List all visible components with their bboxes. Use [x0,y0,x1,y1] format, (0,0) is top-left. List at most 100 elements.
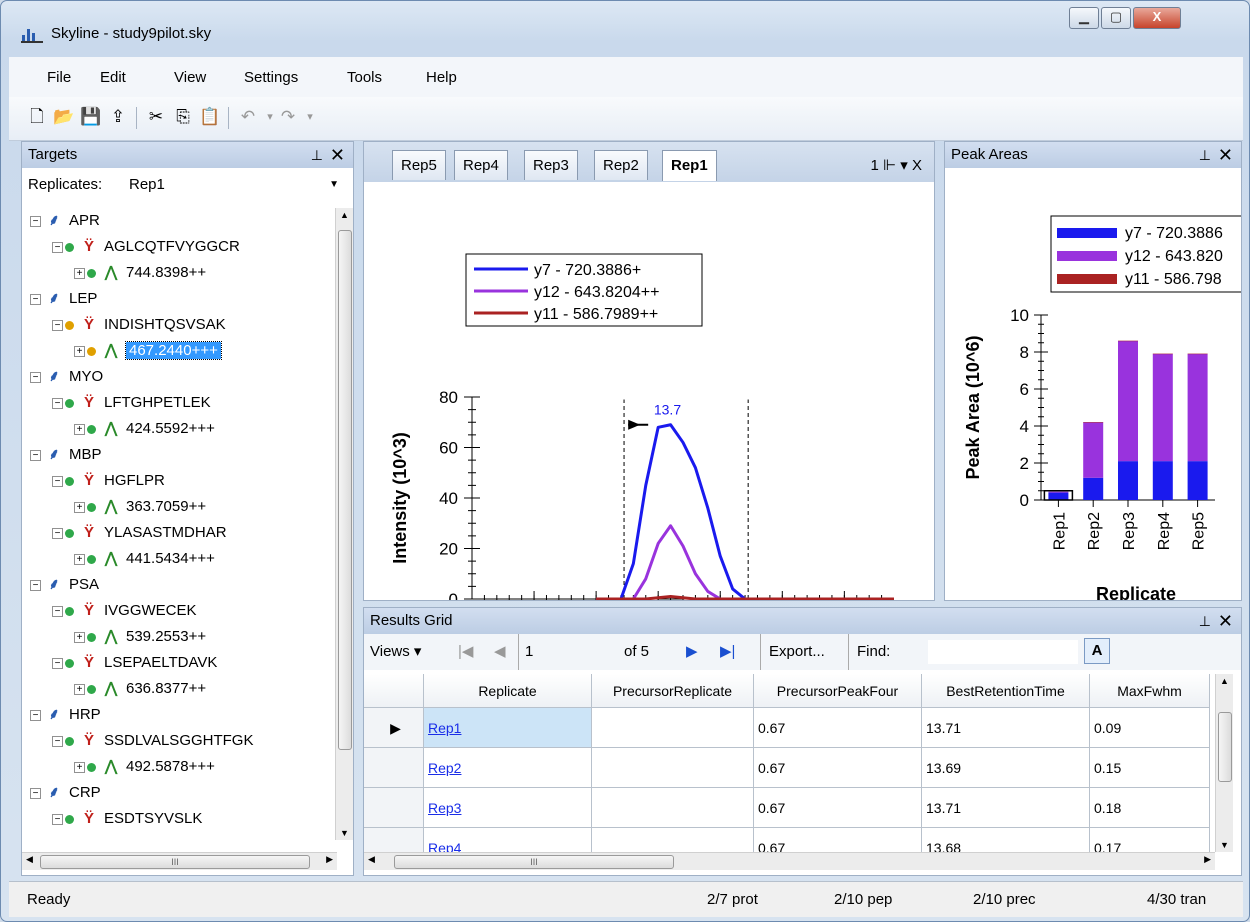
chromatogram-chart[interactable]: 02040608013.513.613.713.813.914.0Retenti… [364,182,934,600]
scroll-left-icon[interactable]: ◀ [26,854,33,865]
cut-icon[interactable]: ✂ [145,106,167,128]
collapse-icon[interactable]: − [30,293,41,305]
new-document-icon[interactable]: 🗋 [26,106,48,128]
expand-icon[interactable]: + [74,345,85,357]
collapse-icon[interactable]: − [52,241,63,253]
replicate-select[interactable]: Rep1 ▼ [124,172,346,198]
close-panel-icon[interactable]: ✕ [1218,608,1233,634]
scroll-down-icon[interactable]: ▼ [1220,840,1229,850]
close-window-button[interactable]: X [1133,7,1181,29]
expand-icon[interactable]: + [74,761,85,773]
replicate-link[interactable]: Rep1 [428,720,461,736]
tree-node-level-2[interactable]: + ⋀ 744.8398++ [74,260,206,286]
tree-node-level-2[interactable]: + ⋀ 467.2440+++ [74,338,222,364]
menu-settings[interactable]: Settings [244,69,298,86]
menu-edit[interactable]: Edit [100,69,126,86]
font-size-icon[interactable]: A [1084,638,1110,664]
next-page-icon[interactable]: ▶ [686,634,698,670]
expand-icon[interactable]: + [74,501,85,513]
tree-node-level-0[interactable]: − ⸙ PSA [30,572,99,598]
tree-node-level-1[interactable]: − Ÿ LSEPAELTDAVK [52,650,217,676]
tree-node-level-1[interactable]: − Ÿ ESDTSYVSLK [52,806,202,832]
tree-node-level-2[interactable]: + ⋀ 363.7059++ [74,494,206,520]
tree-horizontal-scrollbar[interactable]: ◀ III ▶ [22,852,337,870]
copy-icon[interactable]: ⎘ [172,106,194,128]
peak-areas-chart[interactable]: 0 2 4 6 8 10 Rep1 Rep2 Rep3 Rep4 Rep5 Replicate Peak… [945,168,1241,600]
tree-node-level-1[interactable]: − Ÿ LFTGHPETLEK [52,390,211,416]
tree-node-level-1[interactable]: − Ÿ YLASASTMDHAR [52,520,227,546]
tree-node-level-0[interactable]: − ⸙ CRP [30,780,101,806]
tree-node-level-2[interactable]: + ⋀ 636.8377++ [74,676,206,702]
scrollbar-thumb[interactable]: III [394,855,674,869]
collapse-icon[interactable]: − [52,527,63,539]
last-page-icon[interactable]: ▶| [720,634,735,670]
row-selector[interactable]: ▶ [364,708,424,748]
close-panel-icon[interactable]: ✕ [330,142,345,168]
scroll-up-icon[interactable]: ▲ [340,210,349,220]
menu-help[interactable]: Help [426,69,457,86]
collapse-icon[interactable]: − [52,319,63,331]
grid-vertical-scrollbar[interactable]: ▲ ▼ [1215,674,1233,852]
scroll-up-icon[interactable]: ▲ [1220,676,1229,686]
tree-node-level-2[interactable]: + ⋀ 441.5434+++ [74,546,215,572]
tree-node-level-1[interactable]: − Ÿ IVGGWECEK [52,598,197,624]
table-cell[interactable]: Rep3 [424,788,592,828]
tab-rep1[interactable]: Rep1 [662,150,717,181]
collapse-icon[interactable]: − [52,657,63,669]
table-cell[interactable]: Rep2 [424,748,592,788]
tree-node-level-0[interactable]: − ⸙ HRP [30,702,101,728]
collapse-icon[interactable]: − [52,813,63,825]
tree-node-level-2[interactable]: + ⋀ 424.5592+++ [74,416,215,442]
replicate-link[interactable]: Rep3 [428,800,461,816]
tree-node-level-0[interactable]: − ⸙ APR [30,208,100,234]
scroll-right-icon[interactable]: ▶ [326,854,333,865]
collapse-icon[interactable]: − [30,215,41,227]
row-selector[interactable] [364,788,424,828]
save-icon[interactable]: 💾 [80,106,102,128]
tree-node-level-0[interactable]: − ⸙ MBP [30,442,102,468]
tree-node-level-0[interactable]: − ⸙ MYO [30,364,103,390]
undo-icon[interactable]: ↶ [237,106,259,128]
tree-node-level-1[interactable]: − Ÿ SSDLVALSGGHTFGK [52,728,253,754]
redo-dropdown-icon[interactable]: ▾ [299,106,321,128]
replicate-link[interactable]: Rep2 [428,760,461,776]
first-page-icon[interactable]: |◀ [458,634,473,670]
scroll-left-icon[interactable]: ◀ [368,854,375,865]
grid-horizontal-scrollbar[interactable]: ◀ III ▶ [364,852,1215,870]
tree-vertical-scrollbar[interactable]: ▲ ▼ [335,208,353,840]
tree-node-level-1[interactable]: − Ÿ INDISHTQSVSAK [52,312,226,338]
table-cell[interactable]: Rep1 [424,708,592,748]
collapse-icon[interactable]: − [52,605,63,617]
row-selector[interactable] [364,828,424,852]
collapse-icon[interactable]: − [52,475,63,487]
column-header[interactable]: Replicate [424,674,592,708]
tree-node-level-1[interactable]: − Ÿ HGFLPR [52,468,165,494]
scrollbar-thumb[interactable]: III [40,855,310,869]
collapse-icon[interactable]: − [52,735,63,747]
collapse-icon[interactable]: − [30,371,41,383]
tab-rep4[interactable]: Rep4 [454,150,508,180]
tree-node-level-2[interactable]: + ⋀ 539.2553++ [74,624,206,650]
open-folder-icon[interactable]: 📂 [53,106,75,128]
tree-node-level-1[interactable]: − Ÿ AGLCQTFVYGGCR [52,234,240,260]
replicate-link[interactable]: Rep4 [428,840,461,852]
maximize-button[interactable]: ▢ [1101,7,1131,29]
scroll-right-icon[interactable]: ▶ [1204,854,1211,865]
menu-tools[interactable]: Tools [347,69,382,86]
expand-icon[interactable]: + [74,683,85,695]
close-panel-icon[interactable]: ✕ [1218,142,1233,168]
redo-icon[interactable]: ↷ [277,106,299,128]
paste-icon[interactable]: 📋 [199,106,221,128]
menu-file[interactable]: File [47,69,71,86]
publish-icon[interactable]: ⇪ [107,106,129,128]
page-number-input[interactable]: 1 [518,634,533,670]
tab-controls[interactable]: 1 ⊩ ▾ X [871,156,922,174]
collapse-icon[interactable]: − [30,579,41,591]
prev-page-icon[interactable]: ◀ [494,634,506,670]
column-header[interactable]: PrecursorPeakFour [754,674,922,708]
collapse-icon[interactable]: − [30,449,41,461]
find-input[interactable] [928,640,1078,664]
expand-icon[interactable]: + [74,553,85,565]
collapse-icon[interactable]: − [52,397,63,409]
minimize-button[interactable]: ▁ [1069,7,1099,29]
